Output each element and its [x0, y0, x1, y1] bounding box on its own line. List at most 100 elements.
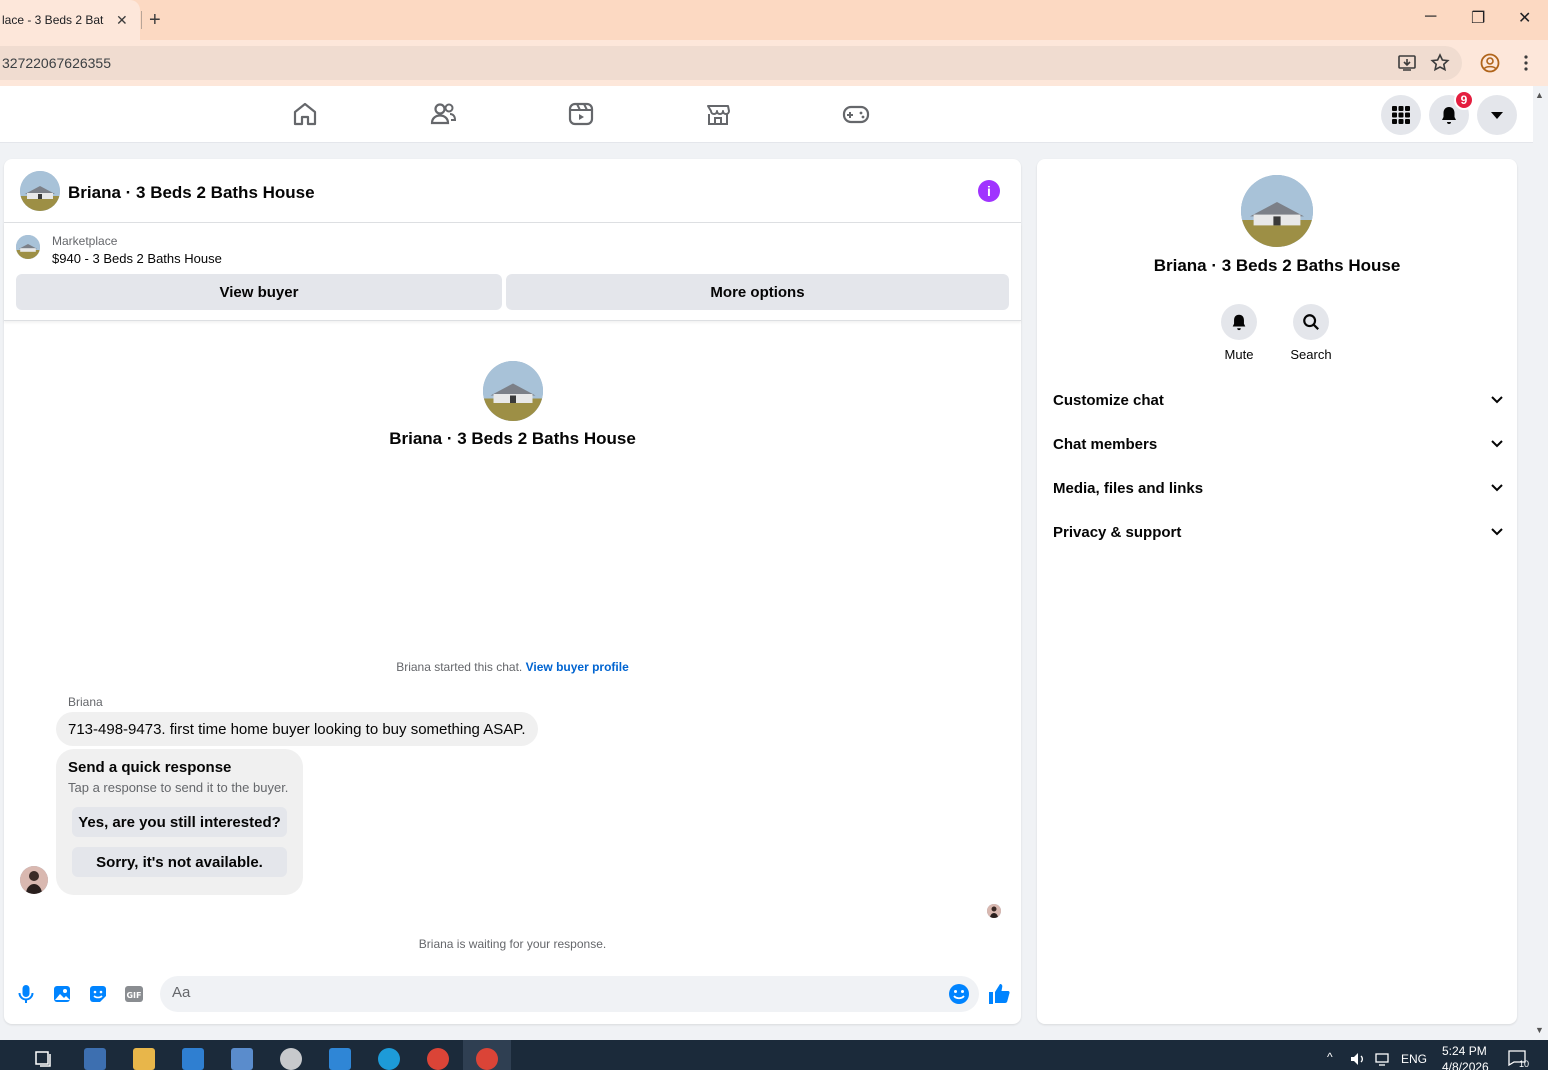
privacy-support-section[interactable]: Privacy & support [1053, 520, 1503, 544]
facebook-header [0, 86, 1533, 143]
volume-icon[interactable] [1350, 1052, 1366, 1066]
scrollbar-down-arrow[interactable]: ▼ [1535, 1025, 1544, 1035]
home-icon[interactable] [291, 100, 319, 128]
listing-thumbnail[interactable] [16, 235, 40, 259]
account-button[interactable] [1477, 95, 1517, 135]
quick-response-sorry-button[interactable]: Sorry, it's not available. [72, 847, 287, 877]
scrollbar-up-arrow[interactable]: ▲ [1535, 90, 1544, 100]
chat-title: Briana · 3 Beds 2 Baths House [68, 183, 315, 202]
side-chat-name: Briana · 3 Beds 2 Baths House [1153, 256, 1401, 275]
clock-time[interactable]: 5:24 PM [1442, 1044, 1487, 1058]
message-bubble[interactable]: 713-498-9473. first time home buyer look… [56, 712, 538, 746]
task-view-icon[interactable] [34, 1050, 54, 1068]
chevron-down-icon [1491, 396, 1503, 404]
url-text: 32722067626355 [2, 55, 112, 71]
gif-icon[interactable]: GIF [123, 983, 145, 1005]
app-icon-4[interactable] [231, 1048, 253, 1070]
chrome-active-icon[interactable] [476, 1048, 498, 1070]
microphone-icon[interactable] [15, 983, 37, 1005]
quick-response-subtitle: Tap a response to send it to the buyer. [68, 780, 289, 795]
minimize-icon[interactable]: ─ [1425, 8, 1436, 26]
browser-toolbar: 32722067626355 [0, 40, 1548, 86]
edge-icon[interactable] [378, 1048, 400, 1070]
app-icon-5[interactable] [280, 1048, 302, 1070]
store-icon[interactable] [182, 1048, 204, 1070]
profile-icon[interactable] [1480, 53, 1500, 73]
restore-icon[interactable]: ❐ [1471, 8, 1485, 28]
friends-icon[interactable] [429, 100, 457, 128]
chevron-down-icon [1491, 484, 1503, 492]
info-icon[interactable]: i [978, 180, 1000, 202]
center-avatar [483, 361, 543, 421]
search-label: Search [1290, 347, 1332, 362]
browser-tab[interactable]: lace - 3 Beds 2 Bath ✕ [0, 0, 140, 40]
menu-grid-button[interactable] [1381, 95, 1421, 135]
sender-avatar[interactable] [20, 866, 48, 894]
mute-button[interactable] [1221, 304, 1257, 340]
mute-label: Mute [1224, 347, 1254, 362]
quick-response-yes-button[interactable]: Yes, are you still interested? [72, 807, 287, 837]
section-label: Chat members [1053, 435, 1158, 453]
message-input[interactable] [172, 984, 932, 1001]
marketplace-icon[interactable] [704, 100, 732, 128]
section-label: Media, files and links [1053, 479, 1204, 497]
clock-date[interactable]: 4/8/2026 [1442, 1060, 1489, 1070]
app-icon-1[interactable] [84, 1048, 106, 1070]
chat-started-notice: Briana started this chat. View buyer pro… [4, 660, 1021, 674]
windows-taskbar: ^ ENG 5:24 PM 4/8/2026 10 [0, 1040, 1548, 1070]
message-composer[interactable] [160, 976, 979, 1012]
read-receipt-avatar [987, 904, 1001, 918]
customize-chat-section[interactable]: Customize chat [1053, 388, 1503, 412]
language-indicator[interactable]: ENG [1401, 1052, 1427, 1066]
marketplace-label: Marketplace [52, 234, 118, 248]
chrome-icon[interactable] [427, 1048, 449, 1070]
browser-menu-icon[interactable] [1516, 53, 1536, 73]
view-buyer-button[interactable]: View buyer [16, 274, 502, 310]
listing-price-title[interactable]: $940 - 3 Beds 2 Baths House [52, 251, 222, 266]
media-files-links-section[interactable]: Media, files and links [1053, 476, 1503, 500]
new-tab-button[interactable]: + [149, 9, 161, 32]
search-button[interactable] [1293, 304, 1329, 340]
chat-avatar[interactable] [20, 171, 60, 211]
mute-action[interactable]: Mute [1203, 304, 1275, 362]
view-buyer-profile-link[interactable]: View buyer profile [526, 660, 629, 674]
more-options-button[interactable]: More options [506, 274, 1009, 310]
quick-response-card: Send a quick response Tap a response to … [56, 749, 303, 895]
center-chat-name: Briana · 3 Beds 2 Baths House [389, 429, 636, 448]
search-icon [1303, 314, 1319, 330]
thumbs-up-icon[interactable] [987, 982, 1011, 1006]
notification-badge: 9 [1454, 90, 1474, 110]
section-label: Privacy & support [1053, 523, 1182, 541]
tab-title: lace - 3 Beds 2 Bath [2, 13, 104, 27]
search-action[interactable]: Search [1275, 304, 1347, 362]
sender-name: Briana [68, 695, 103, 709]
bell-icon [1442, 107, 1456, 124]
tray-chevron-icon[interactable]: ^ [1327, 1050, 1333, 1064]
chat-members-section[interactable]: Chat members [1053, 432, 1503, 456]
grid-icon [1392, 106, 1410, 124]
emoji-icon[interactable] [947, 982, 971, 1006]
sticker-icon[interactable] [87, 983, 109, 1005]
network-icon[interactable] [1374, 1052, 1390, 1066]
address-bar[interactable]: 32722067626355 [0, 46, 1462, 80]
tab-separator [141, 11, 142, 29]
chat-info-panel: Briana · 3 Beds 2 Baths House Mute Searc… [1037, 159, 1517, 1024]
bookmark-star-icon[interactable] [1430, 53, 1450, 73]
bell-icon [1232, 314, 1246, 331]
photo-icon[interactable] [51, 983, 73, 1005]
side-avatar[interactable] [1241, 175, 1313, 247]
install-app-icon[interactable] [1397, 53, 1417, 73]
chat-header: Briana · 3 Beds 2 Baths House i [4, 159, 1021, 223]
browser-tab-bar: lace - 3 Beds 2 Bath ✕ + ─ ❐ ✕ [0, 0, 1548, 40]
file-explorer-icon[interactable] [133, 1048, 155, 1070]
action-center-count: 10 [1519, 1059, 1530, 1069]
section-label: Customize chat [1053, 391, 1164, 409]
video-icon[interactable] [567, 100, 595, 128]
close-window-icon[interactable]: ✕ [1518, 8, 1531, 28]
quick-response-title: Send a quick response [68, 759, 232, 776]
chevron-down-icon [1491, 440, 1503, 448]
tab-close-icon[interactable]: ✕ [116, 12, 128, 29]
gaming-icon[interactable] [842, 100, 870, 128]
waiting-notice: Briana is waiting for your response. [418, 937, 607, 951]
mail-icon[interactable] [329, 1048, 351, 1070]
